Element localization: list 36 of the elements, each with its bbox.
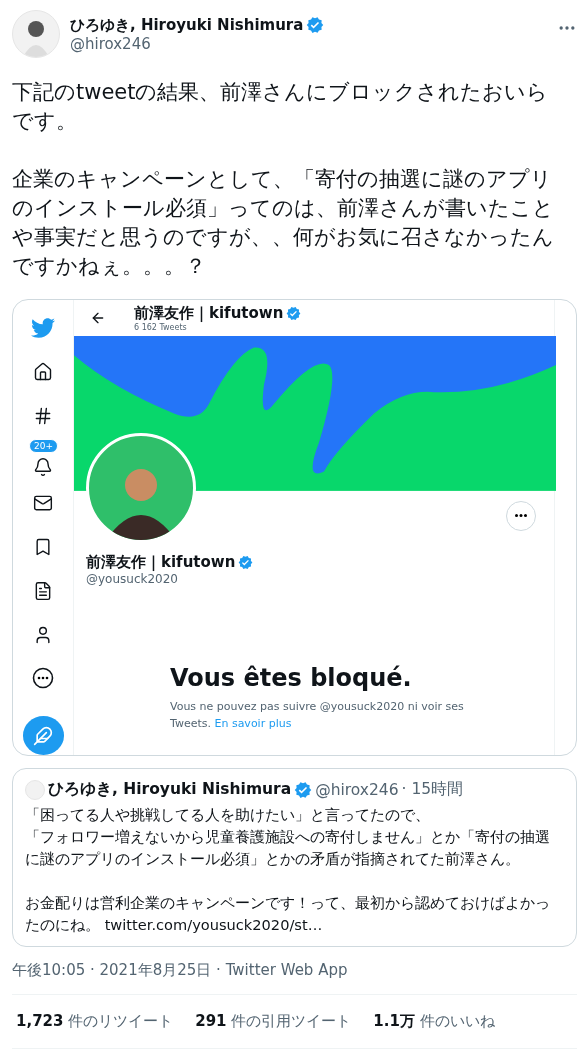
user-icon[interactable] [33, 624, 53, 645]
hashtag-icon[interactable] [33, 405, 53, 426]
home-icon[interactable] [33, 361, 53, 382]
compose-button[interactable] [22, 716, 64, 755]
quoted-tweet-card[interactable] [12, 768, 577, 947]
profile-name: 前澤友作｜kifutown [134, 303, 284, 323]
more-circle-icon[interactable] [32, 667, 54, 690]
tweet-text: 企業のキャンペーンとして、「寄付の抽選に謎のアプリのインストール必須」ってのは、前澤さんが書いたことや事実だと思うのですが、、何がお気に召さなかったんですかねぇ。。。？ [12, 166, 555, 280]
more-button[interactable] [506, 500, 536, 531]
more-icon [515, 514, 527, 518]
tweet-meta: 午後10:05 · 2021年8月25日 · Twitter Web App [12, 961, 577, 995]
feather-icon [33, 725, 53, 746]
avatar [25, 779, 45, 800]
quoted-author-name: ひろゆき, Hiroyuki Nishimura [48, 779, 292, 800]
stat-link[interactable]: 1,723 件のリツイート [16, 1012, 174, 1031]
bird-logo-icon[interactable] [31, 315, 55, 340]
notification-badge: 20+ [29, 439, 58, 454]
quoted-author-handle: @hirox246 [315, 780, 399, 799]
quoted-text: お金配りは営利企業のキャンペーンです！って、最初から認めておけばよかったのにね。 twitter.com/yousuck2020/st… [25, 893, 551, 935]
stat-link[interactable]: 1.1万 件のいいね [373, 1012, 495, 1031]
quoted-time: · 15時間 [401, 779, 464, 800]
blocked-message: Vous ne pouvez pas suivre @yousuck2020 ni voir ses Tweets. En savoir plus [170, 698, 465, 732]
quoted-text: 「困ってる人や挑戦してる人を助けたい」と言ってたので、 [25, 805, 431, 825]
blocked-title: Vous êtes bloqué. [170, 663, 413, 692]
bookmark-icon[interactable] [33, 536, 53, 557]
author-name[interactable]: ひろゆき, Hiroyuki Nishimura [70, 15, 304, 35]
list-icon[interactable] [33, 580, 53, 601]
tweet-count: 6 162 Tweets [134, 322, 188, 332]
quoted-text: 「フォロワー増えないから児童養護施設への寄付しません」とか「寄付の抽選に謎のアプリのインストール必須」とかの矛盾が指摘されてた前澤さん。 [25, 827, 551, 869]
bell-icon[interactable] [33, 457, 53, 478]
stat-link[interactable]: 291 件の引用ツイート [195, 1012, 352, 1031]
tweet-text: 下記のtweetの結果、前澤さんにブロックされたおいらです。 [12, 79, 550, 135]
profile-name: 前澤友作｜kifutown [86, 552, 236, 572]
profile-handle: @yousuck2020 [86, 571, 179, 586]
author-handle[interactable]: @hirox246 [70, 34, 547, 53]
avatar[interactable] [12, 10, 60, 58]
